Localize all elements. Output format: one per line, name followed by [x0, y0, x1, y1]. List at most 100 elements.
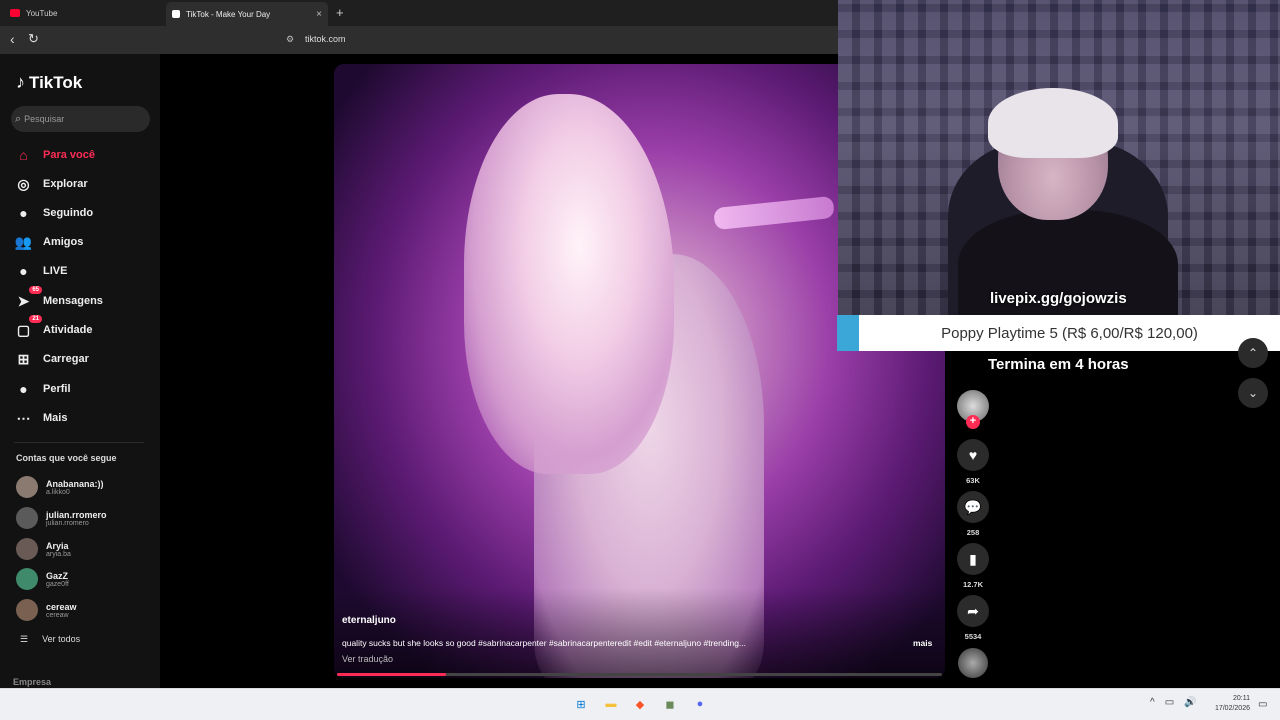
windows-start-icon[interactable]: ⊞ [571, 694, 591, 714]
system-clock[interactable]: 20:11 17/02/2026 [1206, 694, 1250, 714]
sidebar-item-amigos[interactable]: 👥 Amigos [14, 232, 84, 252]
video-frame-microphone [713, 195, 835, 231]
see-all-label: Ver todos [42, 634, 81, 644]
profile-icon: ● [19, 381, 28, 397]
translate-button[interactable]: Ver tradução [342, 654, 393, 664]
next-video-button[interactable]: ⌄ [1238, 378, 1268, 408]
compass-icon: ◎ [17, 175, 30, 192]
notification-badge: 65 [29, 285, 42, 294]
brave-browser-icon[interactable]: ◆ [630, 694, 650, 714]
tab-title: YouTube [26, 8, 58, 18]
account-name: julian.rromero [46, 509, 107, 520]
sidebar-item-perfil[interactable]: ● Perfil [14, 379, 70, 399]
account-handle: gaze0ff [46, 580, 69, 588]
following-icon: ● [19, 205, 28, 221]
account-handle: a.likko0 [46, 488, 70, 496]
back-icon[interactable]: ‹ [10, 31, 15, 47]
share-button[interactable]: ➦ 5534 [957, 595, 989, 641]
sidebar-item-label: Carregar [43, 353, 89, 365]
following-section-title: Contas que você segue [16, 453, 117, 463]
more-icon: ⋯ [16, 409, 31, 426]
search-icon: ⌕ [15, 112, 22, 125]
video-progress-bar[interactable] [337, 673, 942, 676]
volume-icon[interactable]: 🔊 [1184, 697, 1196, 708]
bookmark-button[interactable]: ▮ 12.7K [957, 543, 989, 589]
video-author[interactable]: eternaljuno [342, 615, 396, 626]
following-account[interactable]: cereaw cereaw [16, 599, 77, 621]
following-account[interactable]: GazZ gaze0ff [16, 568, 69, 590]
close-tab-icon[interactable]: × [316, 9, 322, 20]
address-bar[interactable]: tiktok.com [305, 34, 346, 44]
file-explorer-icon[interactable]: ▬ [601, 694, 621, 714]
company-link[interactable]: Empresa [13, 677, 51, 687]
following-account[interactable]: Anabanana:)) a.likko0 [16, 476, 104, 498]
browser-toolbar [0, 26, 840, 54]
avatar [16, 599, 38, 621]
reload-icon[interactable]: ↻ [28, 31, 39, 47]
clock-date: 17/02/2026 [1214, 705, 1250, 712]
comment-button[interactable]: 💬 258 [957, 491, 989, 537]
notification-icon[interactable]: ▭ [1258, 699, 1267, 710]
tab-tiktok[interactable]: TikTok - Make Your Day × [166, 2, 328, 26]
sidebar-item-atividade[interactable]: ▢ 21 Atividade [14, 314, 93, 340]
sidebar-item-label: Mensagens [43, 295, 103, 307]
sidebar-item-label: Explorar [43, 178, 88, 190]
like-count: 63K [966, 476, 980, 485]
sidebar-item-label: Amigos [43, 236, 84, 248]
sidebar-item-label: LIVE [43, 265, 68, 277]
tray-chevron-icon[interactable]: ^ [1150, 697, 1155, 708]
home-icon: ⌂ [19, 147, 28, 163]
activity-icon: ▢ 21 [14, 314, 42, 340]
music-disc[interactable] [958, 648, 988, 678]
tab-youtube[interactable]: YouTube [4, 3, 164, 23]
sidebar-item-live[interactable]: ● LIVE [14, 261, 67, 281]
sidebar-item-explorar[interactable]: ◎ Explorar [14, 174, 88, 194]
account-name: Aryia [46, 540, 69, 551]
list-icon: ☰ [20, 634, 29, 644]
site-info-icon[interactable]: ⚙ [286, 34, 294, 45]
video-progress-fill [337, 673, 446, 676]
tiktok-favicon-icon [172, 10, 180, 18]
bookmark-icon: ▮ [957, 543, 989, 575]
live-icon: ● [19, 263, 28, 279]
sidebar-item-seguindo[interactable]: ● Seguindo [14, 203, 93, 223]
divider [14, 442, 144, 443]
sidebar-item-label: Seguindo [43, 207, 94, 219]
account-name: cereaw [46, 601, 77, 612]
game-app-icon[interactable]: ◼ [660, 694, 680, 714]
logo-text: TikTok [29, 72, 83, 92]
donation-goal-banner: Poppy Playtime 5 (R$ 6,00/R$ 120,00) [837, 315, 1280, 351]
youtube-favicon-icon [10, 9, 20, 17]
like-button[interactable]: ♥ 63K [957, 439, 989, 485]
following-account[interactable]: julian.rromero julian.rromero [16, 507, 107, 529]
share-count: 5534 [964, 632, 982, 641]
avatar [16, 538, 38, 560]
caption-more-button[interactable]: mais [913, 638, 932, 648]
system-tray: ^ ▭ 🔊 [1150, 697, 1197, 708]
see-all-button[interactable]: ☰ Ver todos [20, 634, 80, 645]
avatar [16, 476, 38, 498]
follow-plus-button[interactable]: + [966, 415, 980, 429]
upload-icon: ⊞ [17, 350, 30, 367]
previous-video-button[interactable]: ⌃ [1238, 338, 1268, 368]
following-account[interactable]: Aryia aryia.ba [16, 538, 71, 560]
network-icon[interactable]: ▭ [1165, 697, 1174, 708]
sidebar-item-label: Mais [43, 412, 68, 424]
search-box[interactable]: ⌕ [11, 106, 150, 132]
tiktok-logo[interactable]: ♪ TikTok [16, 72, 82, 93]
account-handle: cereaw [46, 611, 69, 619]
sidebar-item-para-voc-[interactable]: ⌂ Para você [14, 145, 95, 165]
sidebar-item-carregar[interactable]: ⊞ Carregar [14, 349, 89, 369]
sidebar-item-mensagens[interactable]: ➤ 65 Mensagens [14, 285, 103, 311]
account-name: Anabanana:)) [46, 478, 104, 489]
search-input[interactable] [24, 114, 135, 124]
goal-ends-text: Termina em 4 horas [988, 356, 1129, 373]
video-frame-hair [464, 94, 674, 474]
friends-icon: 👥 [14, 233, 33, 250]
discord-icon[interactable]: ● [690, 694, 710, 714]
sidebar-item-mais[interactable]: ⋯ Mais [14, 408, 68, 428]
share-icon: ➦ [957, 595, 989, 627]
sidebar-item-label: Para você [43, 149, 95, 161]
webcam-person-hair [988, 88, 1118, 158]
new-tab-button[interactable]: + [336, 5, 344, 20]
